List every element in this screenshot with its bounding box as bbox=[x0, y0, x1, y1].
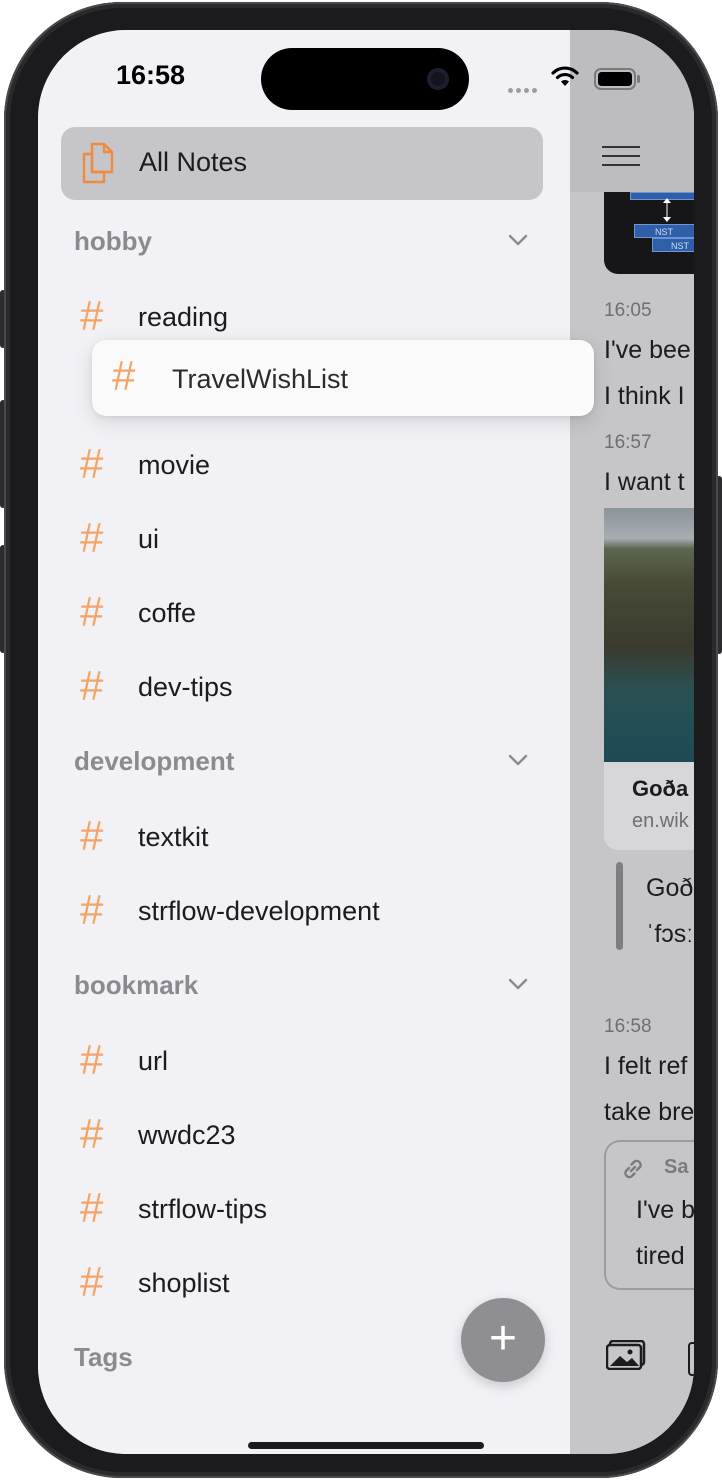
tag-label: coffe bbox=[138, 598, 197, 628]
hashtag-icon: # bbox=[80, 440, 104, 487]
entry-time: 16:05 bbox=[604, 300, 652, 321]
linked-note-card[interactable]: Sa I've b tired bbox=[604, 1140, 694, 1290]
entry-text: I've bee bbox=[604, 336, 691, 364]
hashtag-icon: # bbox=[80, 1110, 104, 1157]
hashtag-icon: # bbox=[80, 886, 104, 933]
section-header-bookmark[interactable]: bookmark bbox=[74, 970, 198, 1001]
entry-time: 16:57 bbox=[604, 432, 652, 453]
sidebar-tag-url[interactable]: # url bbox=[80, 1038, 540, 1082]
entry-text: I think I bbox=[604, 382, 685, 410]
hashtag-icon: # bbox=[80, 1184, 104, 1231]
quote-bar bbox=[616, 862, 623, 950]
diagram-label: NST bbox=[652, 238, 694, 252]
sidebar-tag-textkit[interactable]: # textkit bbox=[80, 814, 540, 858]
tag-label: wwdc23 bbox=[138, 1120, 236, 1150]
tag-sidebar: 16:58 All Notes hobby # reading # movie … bbox=[38, 30, 570, 1454]
hashtag-icon: # bbox=[112, 352, 136, 399]
hashtag-icon: # bbox=[80, 588, 104, 635]
tag-label: movie bbox=[138, 450, 211, 480]
note-pane[interactable]: NST NST 16:05 I've bee I think I 16:57 I… bbox=[570, 30, 694, 1454]
status-time: 16:58 bbox=[116, 60, 186, 90]
phone-frame: NST NST 16:05 I've bee I think I 16:57 I… bbox=[4, 2, 718, 1478]
entry-text: take bre bbox=[604, 1098, 694, 1126]
toolbar-icon[interactable] bbox=[688, 1342, 694, 1376]
section-header-hobby[interactable]: hobby bbox=[74, 226, 152, 257]
home-indicator[interactable] bbox=[248, 1442, 484, 1449]
notes-stack-icon bbox=[82, 142, 114, 184]
sidebar-tag-ui[interactable]: # ui bbox=[80, 516, 540, 560]
all-notes-label: All Notes bbox=[139, 147, 248, 177]
entry-time: 16:58 bbox=[604, 1016, 652, 1037]
dragging-tag-card[interactable]: # TravelWishList bbox=[92, 340, 594, 416]
hashtag-icon: # bbox=[80, 812, 104, 859]
battery-icon bbox=[594, 68, 640, 90]
link-preview-domain: en.wik bbox=[632, 810, 689, 832]
tag-label: ui bbox=[138, 524, 160, 554]
sidebar-tag-wwdc23[interactable]: # wwdc23 bbox=[80, 1112, 540, 1156]
link-preview-title: Goða bbox=[632, 776, 689, 801]
sidebar-tag-coffe[interactable]: # coffe bbox=[80, 590, 540, 634]
status-indicators bbox=[508, 66, 668, 93]
note-header bbox=[570, 30, 694, 192]
wifi-icon bbox=[551, 66, 579, 86]
link-preview-card[interactable]: Goða en.wik bbox=[604, 762, 694, 850]
linked-note-text: I've b bbox=[636, 1196, 694, 1224]
entry-text: I felt ref bbox=[604, 1052, 688, 1080]
chevron-down-icon[interactable] bbox=[508, 750, 528, 770]
all-notes-button[interactable]: All Notes bbox=[61, 127, 543, 200]
chevron-down-icon[interactable] bbox=[508, 230, 528, 250]
diagram-thumbnail[interactable]: NST NST bbox=[604, 192, 694, 274]
dynamic-island bbox=[261, 48, 469, 110]
sidebar-tag-movie[interactable]: # movie bbox=[80, 442, 540, 486]
section-header-development[interactable]: development bbox=[74, 746, 234, 777]
hashtag-icon: # bbox=[80, 1036, 104, 1083]
screen: NST NST 16:05 I've bee I think I 16:57 I… bbox=[38, 30, 694, 1454]
hashtag-icon: # bbox=[80, 662, 104, 709]
tag-label: shoplist bbox=[138, 1268, 230, 1298]
diagram-label: NST bbox=[634, 224, 694, 238]
hashtag-icon: # bbox=[80, 514, 104, 561]
linked-note-label: Sa bbox=[664, 1156, 689, 1178]
add-tag-button[interactable]: + bbox=[461, 1298, 545, 1382]
menu-icon[interactable] bbox=[602, 146, 640, 168]
entry-text: I want t bbox=[604, 468, 685, 496]
tag-label: TravelWishList bbox=[172, 364, 349, 394]
sidebar-tag-strflow-development[interactable]: # strflow-development bbox=[80, 888, 540, 932]
sidebar-tag-shoplist[interactable]: # shoplist bbox=[80, 1260, 540, 1304]
quote-text: ˈfɔsː bbox=[646, 920, 694, 948]
link-preview-image[interactable] bbox=[604, 508, 694, 762]
tag-label: strflow-tips bbox=[138, 1194, 268, 1224]
tag-label: strflow-development bbox=[138, 896, 380, 926]
signal-icon bbox=[508, 80, 540, 98]
sidebar-tag-strflow-tips[interactable]: # strflow-tips bbox=[80, 1186, 540, 1230]
tag-label: reading bbox=[138, 302, 229, 332]
tag-label: dev-tips bbox=[138, 672, 233, 702]
tag-label: textkit bbox=[138, 822, 209, 852]
hashtag-icon: # bbox=[80, 1258, 104, 1305]
hashtag-icon: # bbox=[80, 292, 104, 339]
sidebar-tag-dev-tips[interactable]: # dev-tips bbox=[80, 664, 540, 708]
tag-label: url bbox=[138, 1046, 169, 1076]
quote-text: Goð bbox=[646, 874, 694, 902]
chevron-down-icon[interactable] bbox=[508, 974, 528, 994]
linked-note-text: tired bbox=[636, 1242, 685, 1270]
photo-library-icon[interactable] bbox=[606, 1340, 646, 1370]
arrow-icon bbox=[663, 198, 671, 222]
sidebar-tag-reading[interactable]: # reading bbox=[80, 294, 540, 338]
camera-icon bbox=[427, 68, 449, 90]
section-header-tags[interactable]: Tags bbox=[74, 1342, 133, 1373]
link-icon bbox=[624, 1159, 642, 1179]
